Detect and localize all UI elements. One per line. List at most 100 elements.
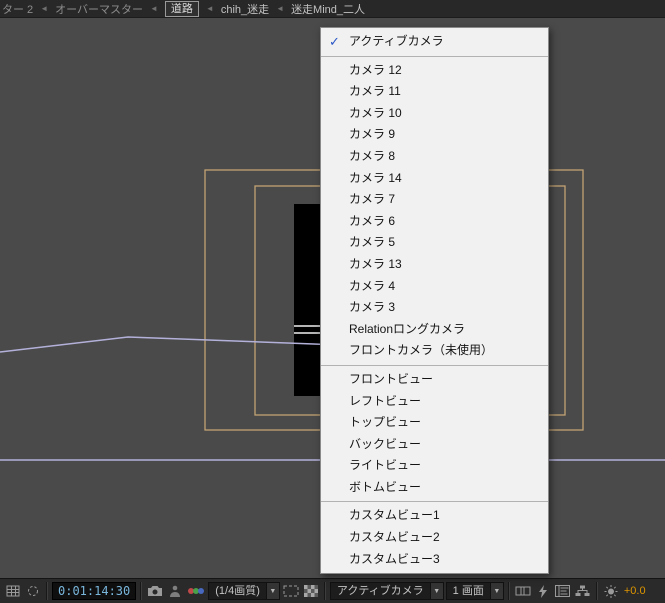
menu-item-label: ライトビュー bbox=[349, 458, 422, 473]
menu-item-label: カメラ 11 bbox=[349, 84, 401, 99]
menu-item-top-view[interactable]: トップビュー bbox=[321, 412, 548, 434]
menu-item-label: カメラ 6 bbox=[349, 213, 396, 228]
menu-item-camera-13[interactable]: カメラ 13 bbox=[321, 254, 548, 276]
resolution-dropdown-arrow[interactable]: ▼ bbox=[266, 582, 280, 600]
menu-item-label: カメラ 4 bbox=[349, 278, 396, 293]
menu-separator bbox=[321, 501, 548, 503]
menu-item-label: カスタムビュー3 bbox=[349, 551, 440, 566]
menu-item-label: カメラ 9 bbox=[349, 127, 396, 142]
chevron-down-icon: ▼ bbox=[433, 587, 441, 595]
breadcrumb-item-0[interactable]: ター 2 bbox=[2, 1, 33, 17]
3d-view-popup[interactable]: アクティブカメラ bbox=[329, 582, 431, 600]
flowchart-icon bbox=[575, 585, 590, 596]
toolbar-divider bbox=[323, 582, 326, 600]
person-icon bbox=[170, 585, 181, 597]
view-layout-popup[interactable]: 1 画面 bbox=[445, 582, 491, 600]
menu-item-custom-view-2[interactable]: カスタムビュー2 bbox=[321, 527, 548, 549]
menu-item-front-view[interactable]: フロントビュー bbox=[321, 369, 548, 391]
breadcrumb-separator-icon: ◄ bbox=[40, 4, 49, 13]
menu-item-label: カメラ 8 bbox=[349, 148, 396, 163]
mask-visibility-toggle[interactable] bbox=[24, 582, 42, 600]
flowchart-button[interactable] bbox=[574, 582, 592, 600]
menu-item-label: バックビュー bbox=[349, 436, 422, 451]
3d-view-dropdown-arrow[interactable]: ▼ bbox=[430, 582, 444, 600]
exposure-sun-icon bbox=[604, 584, 618, 598]
menu-item-custom-view-1[interactable]: カスタムビュー1 bbox=[321, 505, 548, 527]
camera-3d-view-popup-menu: ✓ アクティブカメラ カメラ 12 カメラ 11 カメラ 10 カメラ 9 カメ… bbox=[320, 27, 549, 575]
menu-item-bottom-view[interactable]: ボトムビュー bbox=[321, 477, 548, 499]
menu-item-camera-8[interactable]: カメラ 8 bbox=[321, 146, 548, 168]
3d-view-combo: アクティブカメラ ▼ bbox=[329, 582, 444, 600]
menu-item-right-view[interactable]: ライトビュー bbox=[321, 455, 548, 477]
menu-item-label: トップビュー bbox=[349, 415, 422, 430]
exposure-reset-button[interactable] bbox=[602, 582, 620, 600]
comp-mini-flowchart: ター 2 ◄ オーバーマスター ◄ 道路 ◄ chih_迷走 ◄ 迷走Mind_… bbox=[0, 0, 665, 18]
view-layout-dropdown-arrow[interactable]: ▼ bbox=[490, 582, 504, 600]
menu-item-label: フロントビュー bbox=[349, 371, 434, 386]
menu-separator bbox=[321, 55, 548, 57]
chevron-down-icon: ▼ bbox=[269, 587, 277, 595]
snapshot-button[interactable] bbox=[146, 582, 164, 600]
menu-item-camera-5[interactable]: カメラ 5 bbox=[321, 232, 548, 254]
menu-item-label: カメラ 13 bbox=[349, 256, 402, 271]
breadcrumb-item-3[interactable]: chih_迷走 bbox=[221, 1, 269, 17]
breadcrumb-item-1[interactable]: オーバーマスター bbox=[55, 1, 143, 17]
roi-dashed-rect-icon bbox=[283, 585, 299, 597]
menu-item-camera-9[interactable]: カメラ 9 bbox=[321, 124, 548, 146]
fast-previews-button[interactable] bbox=[534, 582, 552, 600]
grid-guides-options-button[interactable] bbox=[4, 582, 22, 600]
toolbar-divider bbox=[507, 582, 510, 600]
transparency-grid-toggle[interactable] bbox=[302, 582, 320, 600]
resolution-combo: (1/4画質) ▼ bbox=[208, 582, 280, 600]
lightning-icon bbox=[538, 584, 547, 598]
menu-item-custom-view-3[interactable]: カスタムビュー3 bbox=[321, 549, 548, 571]
menu-item-label: カメラ 12 bbox=[349, 62, 402, 77]
menu-item-camera-10[interactable]: カメラ 10 bbox=[321, 103, 548, 125]
toolbar-divider bbox=[140, 582, 143, 600]
toolbar-divider bbox=[595, 582, 598, 600]
menu-item-label: カメラ 5 bbox=[349, 235, 396, 250]
breadcrumb-separator-icon: ◄ bbox=[205, 4, 214, 13]
menu-separator bbox=[321, 364, 548, 366]
checkerboard-icon bbox=[303, 585, 318, 597]
channels-button[interactable] bbox=[186, 582, 206, 600]
menu-item-camera-11[interactable]: カメラ 11 bbox=[321, 81, 548, 103]
camera-icon bbox=[148, 586, 163, 596]
menu-item-camera-3[interactable]: カメラ 3 bbox=[321, 297, 548, 319]
menu-item-relation-long-camera[interactable]: Relationロングカメラ bbox=[321, 319, 548, 341]
grid-icon bbox=[6, 585, 20, 597]
current-time-display[interactable]: 0:01:14:30 bbox=[52, 582, 137, 600]
menu-item-label: カスタムビュー2 bbox=[349, 530, 440, 545]
mask-outline-icon bbox=[28, 586, 38, 596]
menu-item-left-view[interactable]: レフトビュー bbox=[321, 391, 548, 413]
comp-panel-toolbar: 0:01:14:30 (1/4画質) ▼ アクティブカメラ ▼ 1 画面 ▼ +… bbox=[0, 578, 665, 603]
menu-item-back-view[interactable]: バックビュー bbox=[321, 434, 548, 456]
menu-item-label: カメラ 7 bbox=[349, 192, 396, 207]
composition-viewport[interactable]: ✓ アクティブカメラ カメラ 12 カメラ 11 カメラ 10 カメラ 9 カメ… bbox=[0, 18, 665, 578]
menu-item-camera-14[interactable]: カメラ 14 bbox=[321, 168, 548, 190]
toolbar-divider bbox=[46, 582, 48, 600]
exposure-value[interactable]: +0.0 bbox=[622, 585, 648, 597]
timeline-button[interactable] bbox=[554, 582, 572, 600]
show-snapshot-button[interactable] bbox=[166, 582, 184, 600]
menu-item-camera-4[interactable]: カメラ 4 bbox=[321, 276, 548, 298]
breadcrumb-item-4[interactable]: 迷走Mind_二人 bbox=[291, 1, 365, 17]
menu-item-camera-6[interactable]: カメラ 6 bbox=[321, 211, 548, 233]
menu-item-label: アクティブカメラ bbox=[349, 34, 444, 48]
menu-item-label: ボトムビュー bbox=[349, 479, 422, 494]
pixel-aspect-toggle[interactable] bbox=[514, 582, 532, 600]
menu-item-active-camera[interactable]: ✓ アクティブカメラ bbox=[321, 31, 548, 53]
menu-item-label: カスタムビュー1 bbox=[349, 508, 440, 523]
menu-item-camera-12[interactable]: カメラ 12 bbox=[321, 60, 548, 82]
resolution-popup[interactable]: (1/4画質) bbox=[208, 582, 267, 600]
breadcrumb-item-current[interactable]: 道路 bbox=[164, 0, 199, 17]
menu-item-label: カメラ 10 bbox=[349, 105, 402, 120]
menu-item-label: カメラ 3 bbox=[349, 300, 396, 315]
menu-item-camera-7[interactable]: カメラ 7 bbox=[321, 189, 548, 211]
checkmark-icon: ✓ bbox=[329, 34, 340, 49]
chevron-down-icon: ▼ bbox=[493, 587, 501, 595]
menu-item-front-camera-unused[interactable]: フロントカメラ（未使用） bbox=[321, 340, 548, 362]
pixel-aspect-icon bbox=[515, 586, 531, 596]
motion-path-line bbox=[0, 336, 341, 353]
region-of-interest-button[interactable] bbox=[282, 582, 300, 600]
